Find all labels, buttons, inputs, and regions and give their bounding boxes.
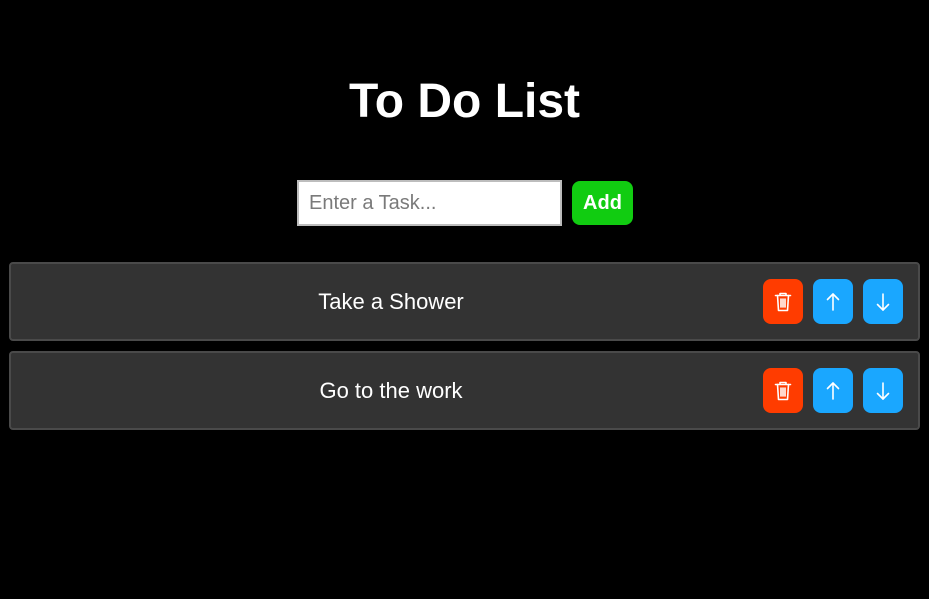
delete-button[interactable]	[763, 279, 803, 324]
task-item: Go to the work	[9, 351, 920, 430]
task-text: Go to the work	[319, 378, 463, 403]
trash-icon	[774, 381, 792, 401]
move-down-button[interactable]	[863, 368, 903, 413]
trash-icon	[774, 292, 792, 312]
task-text: Take a Shower	[318, 289, 464, 314]
arrow-up-icon	[825, 292, 841, 312]
arrow-up-icon	[825, 381, 841, 401]
task-item: Take a Shower	[9, 262, 920, 341]
add-task-form: Add	[297, 180, 633, 226]
arrow-down-icon	[875, 292, 891, 312]
delete-button[interactable]	[763, 368, 803, 413]
page-title: To Do List	[348, 75, 581, 128]
todo-app: To Do List Add Take a Shower	[0, 0, 929, 599]
task-list: Take a Shower Go to the work	[9, 262, 920, 440]
task-input[interactable]	[297, 180, 562, 226]
arrow-down-icon	[875, 381, 891, 401]
add-button[interactable]: Add	[572, 181, 633, 225]
move-up-button[interactable]	[813, 368, 853, 413]
task-actions	[763, 368, 903, 413]
move-up-button[interactable]	[813, 279, 853, 324]
move-down-button[interactable]	[863, 279, 903, 324]
task-actions	[763, 279, 903, 324]
